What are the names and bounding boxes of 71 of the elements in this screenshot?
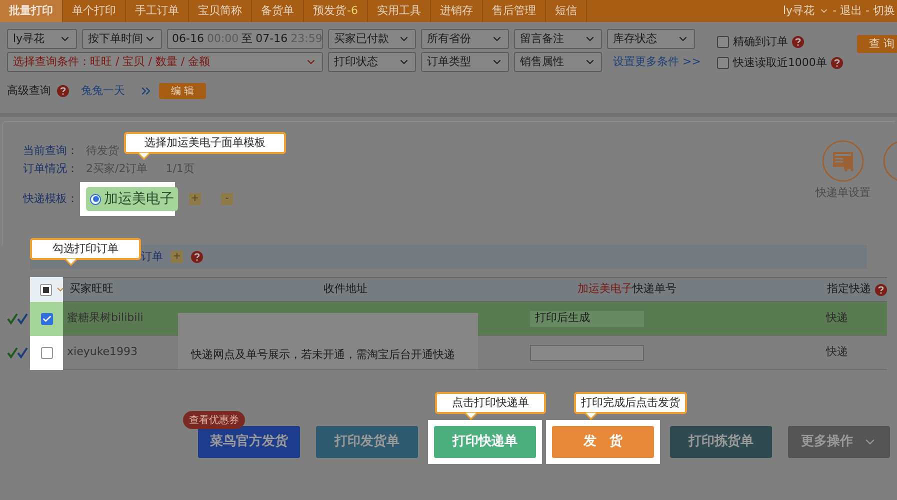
select-all-checkbox[interactable] bbox=[40, 284, 52, 296]
nav-tab[interactable]: 进销存 bbox=[430, 0, 483, 22]
double-check-icon bbox=[7, 312, 29, 324]
dropdown[interactable]: 买家已付款 bbox=[328, 29, 416, 49]
help-icon[interactable] bbox=[57, 85, 69, 97]
action-button[interactable]: 打印拣货单 bbox=[670, 426, 772, 458]
count: -6 bbox=[347, 2, 358, 19]
carrier-cell-text: 快递 bbox=[826, 344, 848, 360]
nav-tab[interactable]: 单个打印 bbox=[63, 0, 126, 22]
dropdown[interactable]: 按下单时间 bbox=[82, 29, 162, 49]
column-header: 买家旺旺 bbox=[69, 281, 114, 298]
action-button[interactable]: 打印发货单 bbox=[316, 426, 418, 458]
action-button[interactable]: 更多操作 bbox=[788, 426, 890, 458]
buyer-cell: 蜜糖果树bilibili bbox=[67, 311, 144, 324]
dropdown[interactable]: 销售属性 bbox=[514, 52, 602, 72]
option-label: 精确到订单 bbox=[732, 34, 788, 50]
dropdown[interactable]: 所有省份 bbox=[421, 29, 509, 49]
nav-tab[interactable]: 预发货-6 bbox=[304, 0, 368, 22]
help-icon[interactable] bbox=[191, 251, 203, 263]
dropdown[interactable]: 打印状态 bbox=[328, 52, 416, 72]
nav-tab[interactable]: 实用工具 bbox=[368, 0, 431, 22]
help-icon[interactable] bbox=[792, 36, 804, 48]
column-header: 指定快递 bbox=[827, 281, 871, 298]
remove-button[interactable]: - bbox=[221, 193, 233, 205]
dropdown[interactable]: 留言备注 bbox=[514, 29, 602, 49]
checkbox[interactable] bbox=[716, 56, 729, 69]
query-label: 当前查询： bbox=[23, 142, 78, 159]
dropdown[interactable]: ly寻花 bbox=[7, 29, 77, 49]
option-label: 快速读取近1000单 bbox=[732, 54, 827, 70]
nav-tab[interactable]: 短信 bbox=[546, 0, 587, 22]
action-button[interactable]: 菜鸟官方发货 bbox=[198, 426, 300, 458]
advanced-query-label: 高级查询 bbox=[7, 82, 51, 99]
dropdown[interactable]: 订单类型 bbox=[421, 52, 509, 72]
callout-pointer bbox=[137, 152, 151, 160]
help-icon[interactable] bbox=[875, 284, 887, 296]
account-links[interactable]: - 退出 - 切换 bbox=[832, 2, 895, 20]
nav-tab[interactable]: 售后管理 bbox=[482, 0, 546, 22]
nav-tab[interactable]: 手工订单 bbox=[126, 0, 189, 22]
tracking-number-field[interactable]: 打印后生成 bbox=[530, 310, 644, 326]
edit-button[interactable]: 编 辑 bbox=[159, 83, 206, 99]
more-conditions-link[interactable]: 设置更多条件 >> bbox=[613, 54, 701, 70]
action-button[interactable]: 打印快递单 bbox=[434, 426, 536, 458]
user-name[interactable]: ly寻花 bbox=[782, 2, 815, 20]
checkbox[interactable] bbox=[40, 312, 52, 324]
checkbox[interactable] bbox=[716, 36, 729, 48]
buyer-cell: xieyuke1993 bbox=[67, 345, 138, 358]
template-label: 快递模板： bbox=[23, 190, 78, 207]
preset-link[interactable]: 兔兔一天 bbox=[81, 82, 125, 100]
coupon-badge[interactable]: 查看优惠券 bbox=[183, 411, 245, 429]
nav-tab[interactable]: 宝贝简称 bbox=[189, 0, 252, 22]
checkbox[interactable] bbox=[40, 346, 52, 358]
tracking-number-field[interactable] bbox=[530, 344, 644, 360]
nav-tab[interactable]: 备货单 bbox=[252, 0, 304, 22]
add-button[interactable]: + bbox=[189, 193, 201, 205]
template-option[interactable]: 加运美电子 bbox=[86, 187, 178, 211]
column-header: 加运美电子快递单号 bbox=[576, 281, 678, 298]
tooltip: 快递网点及单号展示，若未开通，需淘宝后台开通快递 bbox=[178, 313, 478, 369]
section-title: 订单 bbox=[141, 248, 163, 265]
action-button[interactable]: 发 货 bbox=[552, 426, 654, 458]
orders-label: 订单情况： bbox=[23, 160, 78, 177]
dropdown[interactable]: 库存状态 bbox=[607, 29, 695, 49]
radio[interactable] bbox=[90, 194, 101, 204]
help-icon[interactable] bbox=[830, 56, 843, 69]
dropdown[interactable]: 选择查询条件：旺旺 / 宝贝 / 数量 / 金额 bbox=[7, 52, 323, 72]
add-button[interactable]: + bbox=[171, 251, 183, 263]
double-check-icon bbox=[7, 346, 29, 358]
callout-pointer bbox=[64, 258, 78, 266]
nav-tab[interactable]: 批量打印 bbox=[0, 0, 63, 22]
carrier-cell-text: 快递 bbox=[826, 310, 848, 326]
search-button[interactable]: 查 询 bbox=[856, 35, 897, 53]
column-header: 收件地址 bbox=[322, 281, 369, 298]
